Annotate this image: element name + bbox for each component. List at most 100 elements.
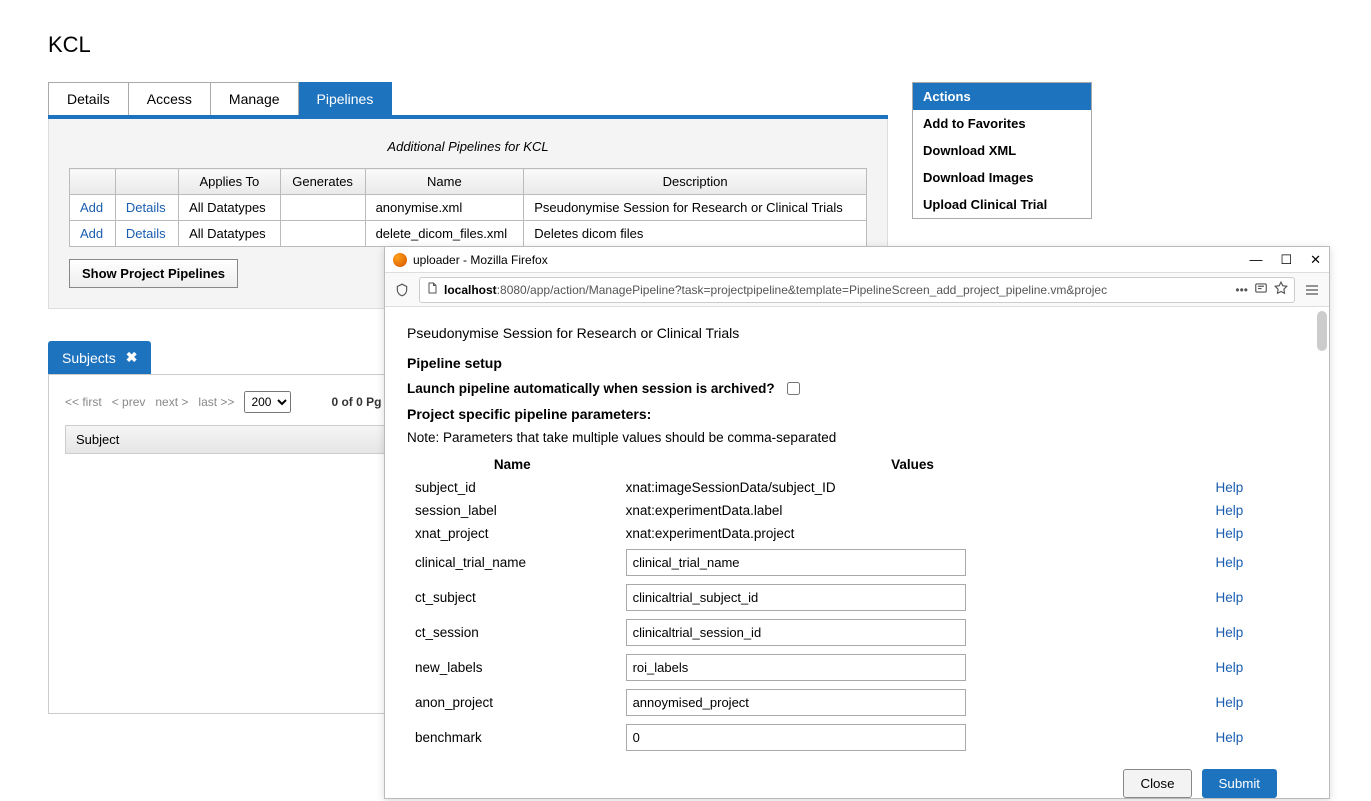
- help-link[interactable]: Help: [1216, 590, 1244, 605]
- action-download-images[interactable]: Download Images: [913, 164, 1091, 191]
- param-input-ct-subject[interactable]: [626, 584, 966, 611]
- page-icon: [426, 282, 438, 297]
- param-input-ct-session[interactable]: [626, 619, 966, 646]
- window-title: uploader - Mozilla Firefox: [413, 253, 548, 267]
- help-link[interactable]: Help: [1216, 625, 1244, 640]
- param-value: xnat:experimentData.label: [618, 499, 1208, 522]
- show-project-pipelines-button[interactable]: Show Project Pipelines: [69, 259, 238, 288]
- param-input-benchmark[interactable]: [626, 724, 966, 751]
- pager-last[interactable]: last >>: [198, 395, 234, 409]
- pager-status: 0 of 0 Pg: [331, 395, 381, 409]
- param-input-anon-project[interactable]: [626, 689, 966, 716]
- param-name: clinical_trial_name: [407, 545, 618, 580]
- tab-access[interactable]: Access: [129, 82, 211, 115]
- desc-cell: Pseudonymise Session for Research or Cli…: [524, 195, 867, 221]
- pager-prev[interactable]: < prev: [112, 395, 146, 409]
- th-name: Name: [407, 453, 618, 476]
- param-input-new-labels[interactable]: [626, 654, 966, 681]
- close-button[interactable]: Close: [1123, 769, 1191, 798]
- pager-next[interactable]: next >: [155, 395, 188, 409]
- help-link[interactable]: Help: [1216, 480, 1244, 495]
- launch-auto-checkbox[interactable]: [787, 382, 800, 395]
- minimize-icon[interactable]: —: [1249, 252, 1262, 268]
- url-path: /app/action/ManagePipeline?task=projectp…: [527, 283, 1107, 297]
- tab-manage[interactable]: Manage: [211, 82, 299, 115]
- param-name: anon_project: [407, 685, 618, 720]
- close-window-icon[interactable]: ✕: [1310, 252, 1321, 268]
- shield-icon[interactable]: [393, 281, 411, 299]
- ellipsis-icon[interactable]: •••: [1235, 283, 1248, 297]
- url-host: localhost: [444, 283, 497, 297]
- help-link[interactable]: Help: [1216, 503, 1244, 518]
- maximize-icon[interactable]: ☐: [1280, 252, 1292, 268]
- url-bar[interactable]: localhost:8080/app/action/ManagePipeline…: [419, 277, 1295, 303]
- param-row: ct_subject Help: [407, 580, 1307, 615]
- param-value: xnat:imageSessionData/subject_ID: [618, 476, 1208, 499]
- param-row: new_labels Help: [407, 650, 1307, 685]
- browser-toolbar: localhost:8080/app/action/ManagePipeline…: [385, 273, 1329, 307]
- tab-bar: Details Access Manage Pipelines: [48, 82, 888, 119]
- help-link[interactable]: Help: [1216, 526, 1244, 541]
- generates-cell: [280, 221, 365, 247]
- th-values: Values: [618, 453, 1208, 476]
- panel-caption: Additional Pipelines for KCL: [69, 139, 867, 154]
- details-link[interactable]: Details: [126, 200, 166, 215]
- url-port: :8080: [497, 283, 527, 297]
- param-row: benchmark Help: [407, 720, 1307, 755]
- actions-box: Actions Add to Favorites Download XML Do…: [912, 82, 1092, 219]
- content-heading: Pseudonymise Session for Research or Cli…: [407, 325, 1307, 341]
- tab-pipelines[interactable]: Pipelines: [299, 82, 393, 115]
- add-link[interactable]: Add: [80, 200, 103, 215]
- param-row: subject_id xnat:imageSessionData/subject…: [407, 476, 1307, 499]
- tab-subjects[interactable]: Subjects ✖: [48, 341, 151, 374]
- param-name: xnat_project: [407, 522, 618, 545]
- param-row: session_label xnat:experimentData.label …: [407, 499, 1307, 522]
- applies-cell: All Datatypes: [179, 195, 281, 221]
- menu-icon[interactable]: [1303, 281, 1321, 299]
- help-link[interactable]: Help: [1216, 730, 1244, 745]
- param-name: session_label: [407, 499, 618, 522]
- help-link[interactable]: Help: [1216, 660, 1244, 675]
- page-size-select[interactable]: 200: [244, 391, 291, 413]
- help-link[interactable]: Help: [1216, 555, 1244, 570]
- action-upload-clinical-trial[interactable]: Upload Clinical Trial: [913, 191, 1091, 218]
- action-download-xml[interactable]: Download XML: [913, 137, 1091, 164]
- details-link[interactable]: Details: [126, 226, 166, 241]
- generates-cell: [280, 195, 365, 221]
- col-name: Name: [365, 169, 524, 195]
- table-row: Add Details All Datatypes anonymise.xml …: [70, 195, 867, 221]
- action-add-favorites[interactable]: Add to Favorites: [913, 110, 1091, 137]
- firefox-icon: [393, 253, 407, 267]
- firefox-window: uploader - Mozilla Firefox — ☐ ✕ localho…: [384, 246, 1330, 799]
- actions-header: Actions: [913, 83, 1091, 110]
- help-link[interactable]: Help: [1216, 695, 1244, 710]
- col-applies: Applies To: [179, 169, 281, 195]
- desc-cell: Deletes dicom files: [524, 221, 867, 247]
- param-row: xnat_project xnat:experimentData.project…: [407, 522, 1307, 545]
- param-name: subject_id: [407, 476, 618, 499]
- subjects-label: Subjects: [62, 350, 116, 366]
- param-row: ct_session Help: [407, 615, 1307, 650]
- params-heading: Project specific pipeline parameters:: [407, 406, 1307, 422]
- tab-details[interactable]: Details: [48, 82, 129, 115]
- titlebar: uploader - Mozilla Firefox — ☐ ✕: [385, 247, 1329, 273]
- applies-cell: All Datatypes: [179, 221, 281, 247]
- param-name: ct_session: [407, 615, 618, 650]
- scrollbar[interactable]: [1317, 311, 1327, 351]
- pipeline-setup-heading: Pipeline setup: [407, 355, 1307, 371]
- param-input-clinical-trial-name[interactable]: [626, 549, 966, 576]
- launch-checkbox-label: Launch pipeline automatically when sessi…: [407, 381, 775, 396]
- col-blank1: [70, 169, 116, 195]
- close-icon[interactable]: ✖: [126, 349, 138, 366]
- bookmark-icon[interactable]: [1274, 281, 1288, 298]
- pipelines-table: Applies To Generates Name Description Ad…: [69, 168, 867, 247]
- params-table: Name Values subject_id xnat:imageSession…: [407, 453, 1307, 755]
- param-name: benchmark: [407, 720, 618, 755]
- add-link[interactable]: Add: [80, 226, 103, 241]
- submit-button[interactable]: Submit: [1202, 769, 1277, 798]
- name-cell: delete_dicom_files.xml: [365, 221, 524, 247]
- page-title: KCL: [48, 32, 1323, 58]
- pager-first[interactable]: << first: [65, 395, 102, 409]
- reader-icon[interactable]: [1254, 281, 1268, 298]
- table-row: Add Details All Datatypes delete_dicom_f…: [70, 221, 867, 247]
